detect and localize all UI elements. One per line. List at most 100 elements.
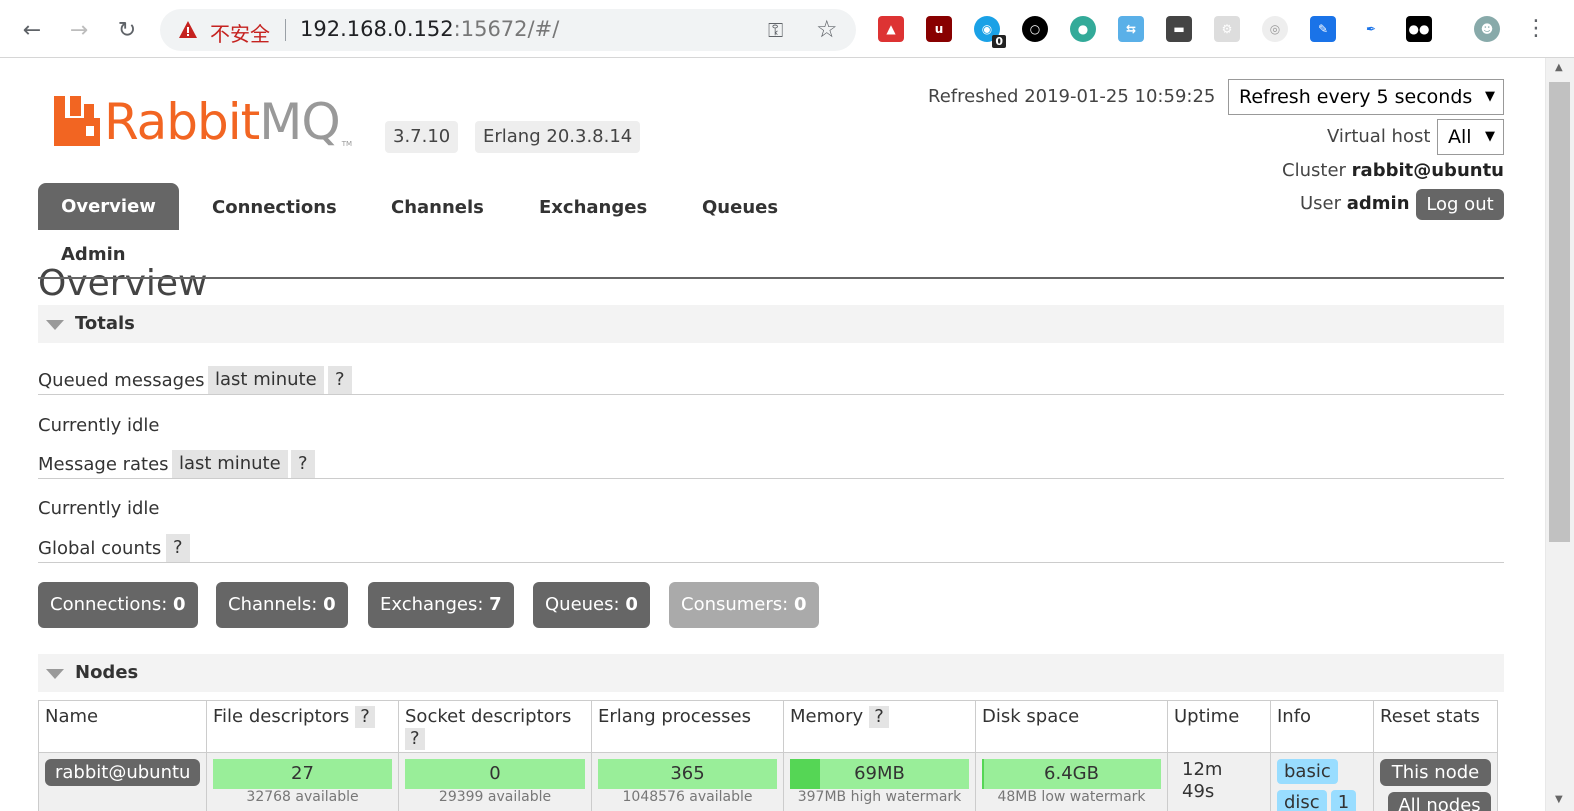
count-value: 0 [323, 594, 336, 615]
help-button[interactable]: ? [355, 706, 375, 728]
target-extension-icon[interactable]: ◎ [1262, 16, 1288, 42]
count-label: Channels: [228, 594, 318, 615]
column-label: Reset stats [1380, 706, 1480, 727]
file-descriptors-cell: 27 32768 available [206, 752, 399, 811]
tab-connections[interactable]: Connections [212, 197, 337, 218]
column-label: Erlang processes [598, 706, 751, 727]
info-tag-basic[interactable]: basic [1277, 759, 1338, 784]
user-value: admin [1346, 193, 1410, 214]
column-header-reset-stats: Reset stats [1373, 700, 1498, 752]
queued-range-selector[interactable]: last minute [208, 366, 324, 394]
virtual-host-select[interactable]: All ▼ [1437, 119, 1504, 155]
bar-subtext: 397MB high watermark [797, 789, 962, 805]
column-header-info: Info [1270, 700, 1374, 752]
queued-status-text: Currently idle [38, 415, 160, 436]
totals-section-header[interactable]: Totals [38, 305, 1504, 343]
tab-admin[interactable]: Admin [61, 244, 126, 265]
address-bar[interactable]: 不安全 192.168.0.152:15672/#/ ⚿ ☆ [160, 9, 856, 51]
circle-extension-icon[interactable]: ○ [1022, 16, 1048, 42]
bar-value: 6.4GB [1044, 763, 1099, 784]
connections-count-button[interactable]: Connections: 0 [38, 582, 198, 628]
gray-extension-icon[interactable]: ⚙ [1214, 16, 1240, 42]
extension-badge: 0 [992, 35, 1006, 48]
column-label: Disk space [982, 706, 1080, 727]
ublock-extension-icon[interactable]: u [926, 16, 952, 42]
bar-subtext: 32768 available [246, 789, 359, 805]
url-text[interactable]: 192.168.0.152:15672/#/ [300, 17, 559, 41]
rates-help-button[interactable]: ? [291, 450, 315, 478]
url-host: 192.168.0.152 [300, 17, 454, 41]
info-tag-disc[interactable]: disc [1277, 790, 1327, 811]
consumers-count-badge: Consumers: 0 [669, 582, 819, 628]
memory-bar: 69MB [790, 759, 969, 789]
help-button[interactable]: ? [869, 706, 889, 728]
bar-value: 69MB [854, 763, 905, 784]
green-extension-icon[interactable]: ● [1070, 16, 1096, 42]
back-arrow-icon[interactable]: ← [16, 14, 48, 46]
info-tag-count[interactable]: 1 [1330, 790, 1357, 811]
edit-extension-icon[interactable]: ✎ [1310, 16, 1336, 42]
file-descriptors-bar: 27 [213, 759, 392, 789]
user-info: User admin [1300, 193, 1410, 214]
refresh-interval-select[interactable]: Refresh every 5 seconds ▼ [1228, 79, 1504, 115]
exchanges-count-button[interactable]: Exchanges: 7 [368, 582, 514, 628]
eyedropper-extension-icon[interactable]: ✒ [1358, 16, 1384, 42]
reset-stats-cell: This node All nodes [1373, 752, 1498, 811]
queued-messages-label: Queued messages [38, 370, 205, 391]
sync-extension-icon[interactable]: ⇆ [1118, 16, 1144, 42]
logo-trademark: TM [341, 140, 353, 148]
tab-queues[interactable]: Queues [702, 197, 778, 218]
reload-icon[interactable]: ↻ [111, 14, 143, 46]
totals-heading: Totals [75, 313, 135, 334]
scroll-up-icon[interactable]: ▲ [1555, 62, 1563, 73]
channels-count-button[interactable]: Channels: 0 [216, 582, 348, 628]
tabs-divider [38, 277, 1504, 279]
column-header-uptime: Uptime [1167, 700, 1271, 752]
reset-this-node-button[interactable]: This node [1380, 759, 1491, 786]
reset-all-nodes-button[interactable]: All nodes [1388, 792, 1491, 811]
column-label: Memory [790, 706, 864, 727]
rates-range-selector[interactable]: last minute [172, 450, 288, 478]
column-header-memory: Memory? [783, 700, 976, 752]
tab-channels[interactable]: Channels [391, 197, 484, 218]
ghostery-extension-icon[interactable]: ◉ 0 [974, 16, 1006, 48]
url-separator [285, 19, 286, 41]
global-counts-help-button[interactable]: ? [166, 534, 190, 562]
queues-count-button[interactable]: Queues: 0 [533, 582, 650, 628]
game-extension-icon[interactable]: ●● [1406, 16, 1432, 42]
incognito-extension-icon[interactable]: ▬ [1166, 16, 1192, 42]
queued-help-button[interactable]: ? [328, 366, 352, 394]
socket-descriptors-cell: 0 29399 available [398, 752, 592, 811]
virtual-host-label: Virtual host [1327, 126, 1431, 147]
version-badge: 3.7.10 [385, 121, 459, 153]
logo-wordmark: RabbitMQ [104, 92, 341, 152]
forward-arrow-icon[interactable]: → [63, 14, 95, 46]
count-label: Connections: [50, 594, 168, 615]
key-icon[interactable]: ⚿ [768, 18, 783, 42]
memory-bar-fill [790, 759, 821, 789]
column-header-socket-descriptors: Socket descriptors? [398, 700, 592, 752]
bar-subtext: 29399 available [438, 789, 552, 805]
virtual-host-value: All [1448, 126, 1472, 148]
refresh-interval-value: Refresh every 5 seconds [1239, 86, 1473, 108]
scroll-thumb[interactable] [1549, 82, 1570, 542]
help-button[interactable]: ? [405, 728, 425, 750]
rabbitmq-logo[interactable]: RabbitMQ TM [54, 92, 352, 152]
cluster-value: rabbit@ubuntu [1351, 160, 1504, 181]
node-name-link[interactable]: rabbit@ubuntu [45, 759, 201, 786]
count-value: 7 [489, 594, 502, 615]
uptime-minutes: 12m [1182, 759, 1223, 780]
scroll-down-icon[interactable]: ▼ [1555, 794, 1563, 805]
nodes-section-header[interactable]: Nodes [38, 654, 1504, 692]
divider [38, 562, 1504, 563]
pdf-extension-icon[interactable]: ▲ [878, 16, 904, 42]
bookmark-star-icon[interactable]: ☆ [816, 15, 838, 43]
column-label: File descriptors [213, 706, 350, 727]
profile-avatar-icon[interactable]: ☻ [1474, 16, 1500, 42]
tab-exchanges[interactable]: Exchanges [539, 197, 647, 218]
column-label: Socket descriptors [405, 706, 572, 727]
browser-menu-icon[interactable]: ⋮ [1525, 16, 1547, 41]
page-scrollbar[interactable]: ▲ ▼ [1545, 58, 1574, 811]
tab-overview[interactable]: Overview [38, 183, 179, 230]
logout-button[interactable]: Log out [1416, 189, 1504, 220]
